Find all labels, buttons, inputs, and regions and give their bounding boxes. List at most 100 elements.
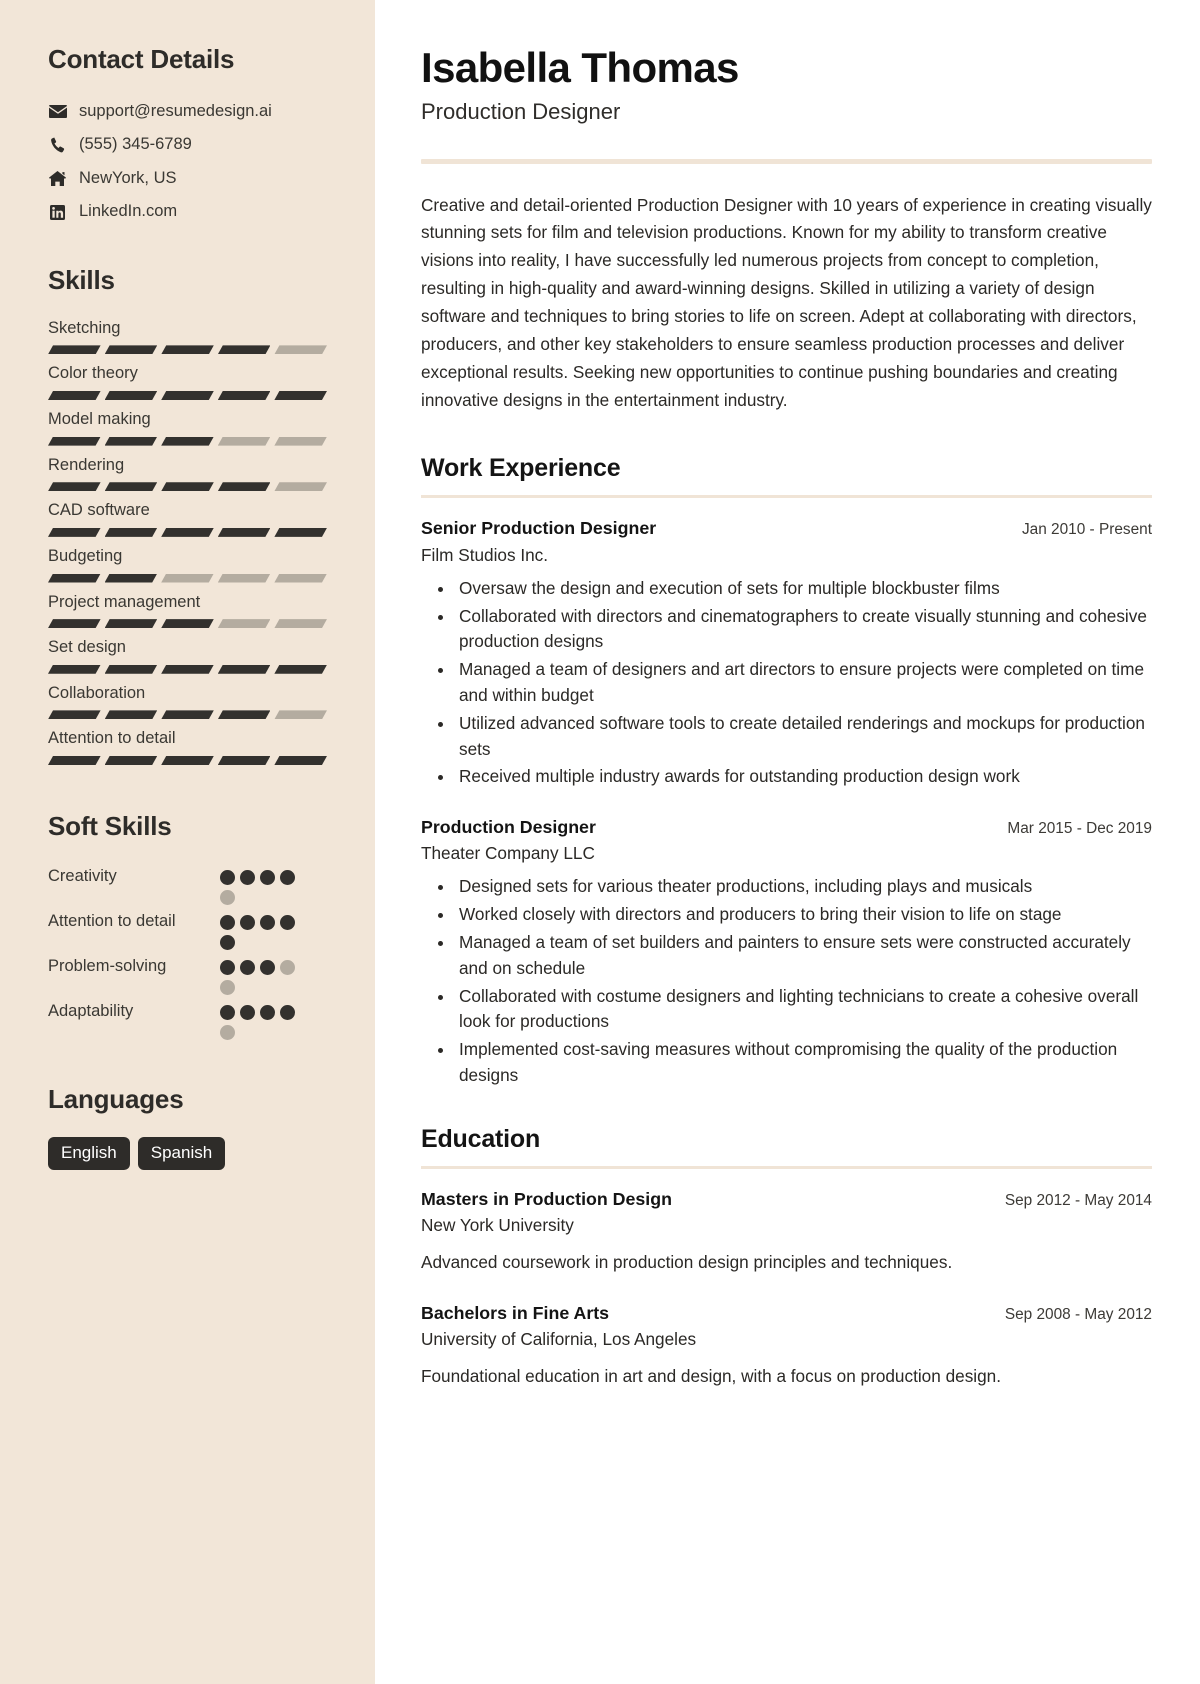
professional-summary: Creative and detail-oriented Production … xyxy=(421,194,1152,410)
skill-bar-segment xyxy=(218,574,271,583)
degree-title: Bachelors in Fine Arts xyxy=(421,1302,610,1323)
skill-bar-segment xyxy=(274,482,327,491)
rating-dot xyxy=(220,980,235,995)
skill-bar-segment xyxy=(105,391,158,400)
skill-bar-segment xyxy=(218,482,271,491)
skill-bar-segment xyxy=(161,482,214,491)
degree-title: Masters in Production Design xyxy=(421,1188,672,1209)
skill-label: Attention to detail xyxy=(48,729,176,748)
language-pill[interactable]: Spanish xyxy=(137,1137,226,1171)
skill-bar-segment xyxy=(48,391,101,400)
rating-dot xyxy=(220,935,235,950)
skill-bar-segment xyxy=(274,665,327,674)
school-name: University of California, Los Angeles xyxy=(421,1329,697,1350)
skill-bar-segment xyxy=(48,710,101,719)
job-bullet: Collaborated with directors and cinemato… xyxy=(455,604,1152,656)
skill-row: Model making xyxy=(48,409,327,446)
skill-bar-segment xyxy=(161,574,214,583)
skill-bar-segment xyxy=(105,574,158,583)
soft-skill-row: Problem-solving xyxy=(48,954,327,995)
job-bullet-list: Designed sets for various theater produc… xyxy=(421,874,1152,1088)
education-entries: Masters in Production Design Sep 2012 - M… xyxy=(421,1188,1152,1390)
rating-dot xyxy=(240,915,255,930)
contact-row[interactable]: LinkedIn.com xyxy=(48,201,327,222)
rating-dot xyxy=(240,1005,255,1020)
education-entry: Bachelors in Fine Arts Sep 2008 - May 201… xyxy=(421,1302,1152,1390)
rating-dot xyxy=(220,1005,235,1020)
skill-row: Rendering xyxy=(48,455,327,492)
contact-list: support@resumedesign.ai (555) 345-6789 New… xyxy=(48,101,327,223)
skill-label: Rendering xyxy=(48,455,125,474)
skill-bar-segment xyxy=(218,756,271,765)
skill-row: Collaboration xyxy=(48,683,327,720)
skill-bar-segment xyxy=(105,756,158,765)
languages-heading: Languages xyxy=(48,1084,184,1114)
skill-bar-segment xyxy=(48,665,101,674)
skill-bar-segment xyxy=(274,437,327,446)
language-pill[interactable]: English xyxy=(48,1137,130,1171)
education-entry-header: Bachelors in Fine Arts Sep 2008 - May 201… xyxy=(421,1302,1152,1325)
rating-dot xyxy=(240,870,255,885)
rating-dot xyxy=(280,960,295,975)
skill-bar-segment xyxy=(161,756,214,765)
skill-level-bar xyxy=(48,391,327,400)
skill-bar-segment xyxy=(105,437,158,446)
contact-row[interactable]: support@resumedesign.ai xyxy=(48,101,327,122)
work-entry-header: Production Designer Mar 2015 - Dec 2019 xyxy=(421,816,1152,839)
skill-row: Attention to detail xyxy=(48,728,327,765)
soft-skill-rating xyxy=(220,999,298,1040)
school-name: New York University xyxy=(421,1214,574,1235)
skill-label: Color theory xyxy=(48,364,138,383)
work-experience-section: Work Experience Senior Production Design… xyxy=(421,454,1152,1088)
education-date-range: Sep 2008 - May 2012 xyxy=(1004,1305,1152,1323)
work-entry: Production Designer Mar 2015 - Dec 2019 Th… xyxy=(421,816,1152,1089)
soft-skill-rating xyxy=(220,909,298,950)
job-bullet: Oversaw the design and execution of sets… xyxy=(455,576,1152,602)
soft-skill-label: Attention to detail xyxy=(48,912,176,930)
work-experience-entries: Senior Production Designer Jan 2010 - Pre… xyxy=(421,517,1152,1088)
work-experience-heading: Work Experience xyxy=(421,454,1152,499)
rating-dot xyxy=(260,870,275,885)
skill-row: Color theory xyxy=(48,363,327,400)
work-entry: Senior Production Designer Jan 2010 - Pre… xyxy=(421,517,1152,790)
skill-label: CAD software xyxy=(48,501,150,520)
job-bullet: Implemented cost-saving measures without… xyxy=(455,1037,1152,1089)
candidate-title: Production Designer xyxy=(421,99,621,125)
job-bullet: Utilized advanced software tools to crea… xyxy=(455,711,1152,763)
job-bullet: Collaborated with costume designers and … xyxy=(455,984,1152,1036)
languages-list: English Spanish xyxy=(48,1137,327,1171)
skill-bar-segment xyxy=(161,437,214,446)
contact-details-heading: Contact Details xyxy=(48,44,235,74)
education-entry-header: Masters in Production Design Sep 2012 - M… xyxy=(421,1188,1152,1211)
job-date-range: Jan 2010 - Present xyxy=(1021,521,1152,539)
home-icon xyxy=(48,170,67,187)
skill-bar-segment xyxy=(105,710,158,719)
header-divider xyxy=(421,158,1152,164)
skill-bar-segment xyxy=(161,345,214,354)
soft-skill-label: Adaptability xyxy=(48,1002,134,1020)
skill-level-bar xyxy=(48,437,327,446)
job-bullet: Designed sets for various theater produc… xyxy=(455,874,1152,900)
envelope-icon xyxy=(48,103,67,120)
skill-bar-segment xyxy=(105,528,158,537)
rating-dot xyxy=(280,870,295,885)
main-content: Isabella Thomas Production Designer Crea… xyxy=(375,0,1200,1684)
soft-skill-row: Attention to detail xyxy=(48,909,327,950)
soft-skills-list: Creativity Attention to detail Problem-sol… xyxy=(48,864,327,1040)
contact-value: NewYork, US xyxy=(79,168,177,187)
skill-level-bar xyxy=(48,619,327,628)
job-bullet: Worked closely with directors and produc… xyxy=(455,902,1152,928)
rating-dot xyxy=(220,960,235,975)
skill-level-bar xyxy=(48,528,327,537)
job-bullet: Received multiple industry awards for ou… xyxy=(455,764,1152,790)
contact-row[interactable]: (555) 345-6789 xyxy=(48,134,327,155)
skill-level-bar xyxy=(48,345,327,354)
job-date-range: Mar 2015 - Dec 2019 xyxy=(1007,820,1152,838)
skills-list: Sketching Color theory Model making Renderi… xyxy=(48,318,327,765)
skill-row: Project management xyxy=(48,592,327,629)
education-entry: Masters in Production Design Sep 2012 - M… xyxy=(421,1188,1152,1276)
rating-dot xyxy=(220,915,235,930)
skill-bar-segment xyxy=(48,345,101,354)
skill-row: CAD software xyxy=(48,500,327,537)
contact-row[interactable]: NewYork, US xyxy=(48,168,327,189)
